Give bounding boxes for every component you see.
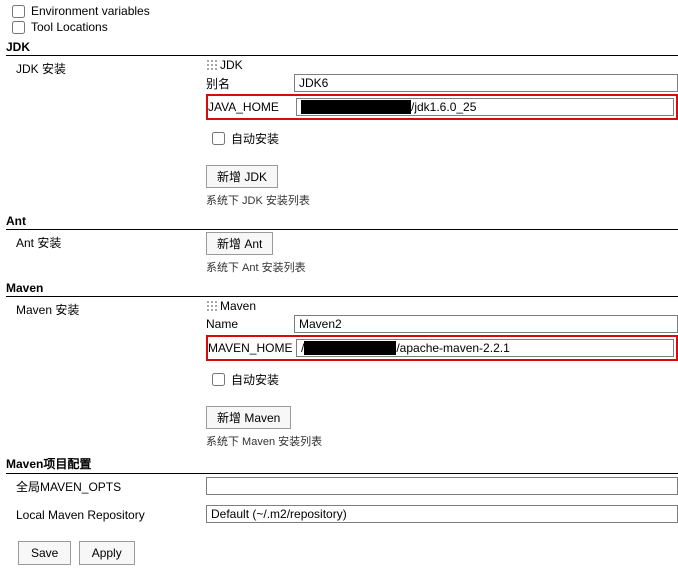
maven-home-label: MAVEN_HOME <box>208 341 296 355</box>
local-maven-repo-label: Local Maven Repository <box>6 506 206 522</box>
maven-list-note: 系统下 Maven 安装列表 <box>206 433 678 449</box>
maven-name-input[interactable] <box>294 315 678 333</box>
jdk-tool-name: JDK <box>220 58 243 72</box>
jdk-auto-install-checkbox[interactable] <box>212 132 225 145</box>
maven-tool-name: Maven <box>220 299 256 313</box>
tool-locations-label: Tool Locations <box>31 20 108 34</box>
jdk-install-label: JDK 安装 <box>6 58 206 77</box>
jdk-auto-install-label: 自动安装 <box>231 130 279 147</box>
env-vars-checkbox[interactable] <box>12 5 25 18</box>
global-maven-opts-input[interactable] <box>206 477 678 495</box>
maven-home-highlight: MAVEN_HOME / /apache-maven-2.2.1 <box>206 335 678 361</box>
tool-locations-checkbox[interactable] <box>12 21 25 34</box>
jdk-home-highlight: JAVA_HOME /jdk1.6.0_25 <box>206 94 678 120</box>
maven-home-input[interactable]: / /apache-maven-2.2.1 <box>296 339 674 357</box>
ant-section-header: Ant <box>6 214 678 230</box>
env-vars-label: Environment variables <box>31 4 150 18</box>
maven-auto-install-label: 自动安装 <box>231 371 279 388</box>
jdk-home-input[interactable]: /jdk1.6.0_25 <box>296 98 674 116</box>
maven-auto-install-checkbox[interactable] <box>212 373 225 386</box>
drag-handle-icon[interactable] <box>206 300 218 312</box>
jdk-alias-input[interactable] <box>294 74 678 92</box>
apply-button[interactable]: Apply <box>79 541 135 565</box>
maven-config-section-header: Maven项目配置 <box>6 455 678 474</box>
global-maven-opts-label: 全局MAVEN_OPTS <box>6 476 206 495</box>
add-maven-button[interactable]: 新增 Maven <box>206 406 291 429</box>
redacted-bar <box>304 341 396 355</box>
ant-install-label: Ant 安装 <box>6 232 206 251</box>
ant-list-note: 系统下 Ant 安装列表 <box>206 259 678 275</box>
jdk-home-label: JAVA_HOME <box>208 100 296 114</box>
redacted-bar <box>301 100 411 114</box>
jdk-home-suffix: /jdk1.6.0_25 <box>411 100 476 114</box>
add-jdk-button[interactable]: 新增 JDK <box>206 165 278 188</box>
maven-install-label: Maven 安装 <box>6 299 206 318</box>
drag-handle-icon[interactable] <box>206 59 218 71</box>
jdk-section-header: JDK <box>6 40 678 56</box>
maven-home-suffix: /apache-maven-2.2.1 <box>396 341 509 355</box>
add-ant-button[interactable]: 新增 Ant <box>206 232 273 255</box>
maven-section-header: Maven <box>6 281 678 297</box>
jdk-list-note: 系统下 JDK 安装列表 <box>206 192 678 208</box>
jdk-alias-label: 别名 <box>206 75 294 92</box>
save-button[interactable]: Save <box>18 541 71 565</box>
local-maven-repo-input[interactable] <box>206 505 678 523</box>
maven-name-label: Name <box>206 317 294 331</box>
